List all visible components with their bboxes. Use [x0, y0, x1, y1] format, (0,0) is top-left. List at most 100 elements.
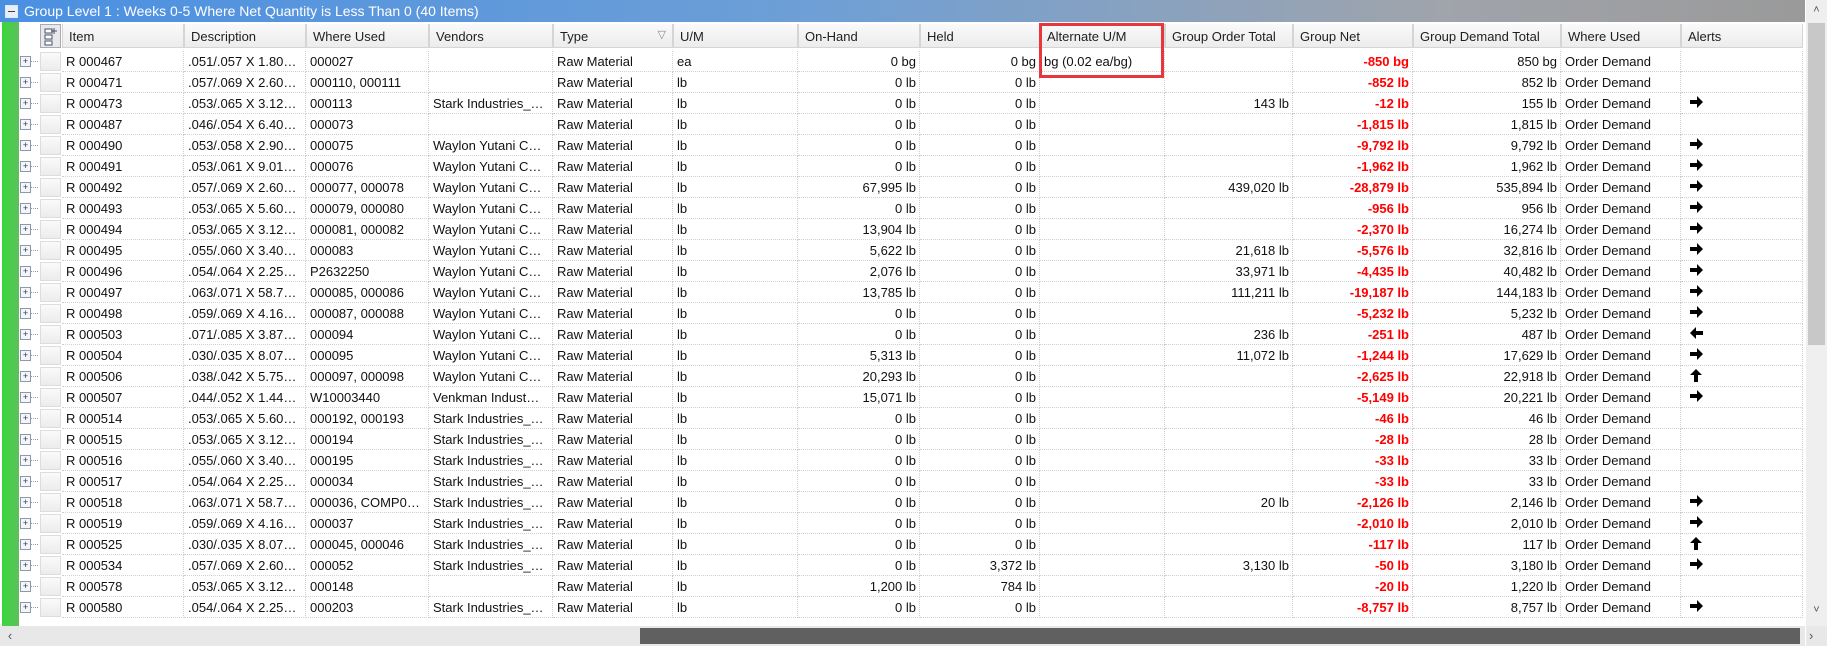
cell-where-used[interactable]: 000113 [306, 93, 429, 114]
cell-group-order-total[interactable]: 20 lb [1165, 492, 1293, 513]
cell-where-used-2[interactable]: Order Demand [1561, 366, 1681, 387]
table-row[interactable]: + R 000516.055/.060 X 3.40… 000195 Stark In… [0, 450, 1805, 471]
cell-held[interactable]: 0 lb [920, 219, 1040, 240]
cell-vendors[interactable]: Stark Industries_… [429, 471, 553, 492]
cell-item[interactable]: R 000517 [62, 471, 184, 492]
cell-group-order-total[interactable] [1165, 51, 1293, 72]
cell-where-used-2[interactable]: Order Demand [1561, 324, 1681, 345]
column-header-vendors[interactable]: Vendors [429, 24, 553, 48]
cell-group-demand-total[interactable]: 850 bg [1413, 51, 1561, 72]
expand-row-icon[interactable]: + [20, 224, 31, 235]
cell-alerts[interactable] [1681, 51, 1803, 72]
cell-on-hand[interactable]: 0 lb [798, 513, 920, 534]
cell-type[interactable]: Raw Material [553, 282, 673, 303]
cell-on-hand[interactable]: 0 lb [798, 555, 920, 576]
table-row[interactable]: + R 000497.063/.071 X 58.7… 000085, 000086… [0, 282, 1805, 303]
cell-description[interactable]: .053/.065 X 3.12… [184, 93, 306, 114]
cell-description[interactable]: .055/.060 X 3.40… [184, 240, 306, 261]
cell-alerts[interactable] [1681, 156, 1803, 177]
cell-held[interactable]: 0 lb [920, 303, 1040, 324]
cell-alternate-um[interactable] [1040, 429, 1165, 450]
cell-description[interactable]: .030/.035 X 8.07… [184, 345, 306, 366]
cell-group-order-total[interactable] [1165, 471, 1293, 492]
cell-where-used-2[interactable]: Order Demand [1561, 303, 1681, 324]
cell-um[interactable]: lb [673, 345, 798, 366]
row-selector[interactable] [40, 409, 61, 428]
cell-group-net[interactable]: -4,435 lb [1293, 261, 1413, 282]
cell-on-hand[interactable]: 0 lb [798, 303, 920, 324]
cell-description[interactable]: .053/.061 X 9.01… [184, 156, 306, 177]
cell-alternate-um[interactable] [1040, 597, 1165, 618]
horizontal-scroll-thumb[interactable] [640, 628, 1800, 644]
cell-group-demand-total[interactable]: 144,183 lb [1413, 282, 1561, 303]
cell-group-order-total[interactable]: 236 lb [1165, 324, 1293, 345]
cell-group-demand-total[interactable]: 1,220 lb [1413, 576, 1561, 597]
cell-um[interactable]: lb [673, 72, 798, 93]
cell-group-order-total[interactable]: 439,020 lb [1165, 177, 1293, 198]
alert-arrow-right-icon[interactable] [1689, 494, 1704, 509]
cell-type[interactable]: Raw Material [553, 219, 673, 240]
cell-description[interactable]: .063/.071 X 58.7… [184, 492, 306, 513]
cell-um[interactable]: lb [673, 282, 798, 303]
cell-alerts[interactable] [1681, 114, 1803, 135]
cell-where-used[interactable]: 000203 [306, 597, 429, 618]
cell-description[interactable]: .054/.064 X 2.25… [184, 597, 306, 618]
cell-group-demand-total[interactable]: 16,274 lb [1413, 219, 1561, 240]
cell-where-used[interactable]: 000148 [306, 576, 429, 597]
cell-type[interactable]: Raw Material [553, 135, 673, 156]
column-header-group-order-total[interactable]: Group Order Total [1165, 24, 1293, 48]
cell-group-demand-total[interactable]: 117 lb [1413, 534, 1561, 555]
vertical-scroll-thumb[interactable] [1808, 23, 1825, 345]
cell-where-used[interactable]: 000081, 000082 [306, 219, 429, 240]
cell-on-hand[interactable]: 0 lb [798, 156, 920, 177]
cell-vendors[interactable]: Stark Industries_… [429, 555, 553, 576]
cell-on-hand[interactable]: 0 lb [798, 492, 920, 513]
expand-row-icon[interactable]: + [20, 308, 31, 319]
cell-um[interactable]: lb [673, 492, 798, 513]
column-header-held[interactable]: Held [920, 24, 1040, 48]
cell-group-demand-total[interactable]: 28 lb [1413, 429, 1561, 450]
cell-alerts[interactable] [1681, 261, 1803, 282]
cell-group-net[interactable]: -850 bg [1293, 51, 1413, 72]
expand-row-icon[interactable]: + [20, 329, 31, 340]
cell-item[interactable]: R 000473 [62, 93, 184, 114]
cell-where-used[interactable]: 000079, 000080 [306, 198, 429, 219]
cell-group-demand-total[interactable]: 956 lb [1413, 198, 1561, 219]
cell-group-order-total[interactable] [1165, 597, 1293, 618]
cell-type[interactable]: Raw Material [553, 72, 673, 93]
table-row[interactable]: + R 000580.054/.064 X 2.25… 000203 Stark In… [0, 597, 1805, 618]
expand-row-icon[interactable]: + [20, 581, 31, 592]
cell-item[interactable]: R 000580 [62, 597, 184, 618]
cell-alternate-um[interactable] [1040, 450, 1165, 471]
cell-alternate-um[interactable] [1040, 156, 1165, 177]
cell-held[interactable]: 0 lb [920, 114, 1040, 135]
cell-description[interactable]: .053/.065 X 3.12… [184, 219, 306, 240]
cell-where-used-2[interactable]: Order Demand [1561, 576, 1681, 597]
cell-on-hand[interactable]: 1,200 lb [798, 576, 920, 597]
expand-row-icon[interactable]: + [20, 602, 31, 613]
cell-alerts[interactable] [1681, 429, 1803, 450]
cell-on-hand[interactable]: 13,904 lb [798, 219, 920, 240]
row-selector[interactable] [40, 304, 61, 323]
cell-item[interactable]: R 000578 [62, 576, 184, 597]
cell-where-used[interactable]: 000027 [306, 51, 429, 72]
expand-row-icon[interactable]: + [20, 350, 31, 361]
cell-um[interactable]: lb [673, 534, 798, 555]
cell-held[interactable]: 0 lb [920, 93, 1040, 114]
table-row[interactable]: + R 000493.053/.065 X 5.60… 000079, 000080… [0, 198, 1805, 219]
alert-arrow-right-icon[interactable] [1689, 95, 1704, 110]
cell-group-order-total[interactable] [1165, 366, 1293, 387]
cell-alternate-um[interactable] [1040, 114, 1165, 135]
cell-group-net[interactable]: -5,232 lb [1293, 303, 1413, 324]
table-row[interactable]: + R 000578.053/.065 X 3.12… 000148 Raw Mate… [0, 576, 1805, 597]
cell-group-demand-total[interactable]: 5,232 lb [1413, 303, 1561, 324]
cell-on-hand[interactable]: 5,313 lb [798, 345, 920, 366]
cell-held[interactable]: 3,372 lb [920, 555, 1040, 576]
cell-where-used[interactable]: 000194 [306, 429, 429, 450]
cell-item[interactable]: R 000467 [62, 51, 184, 72]
cell-held[interactable]: 784 lb [920, 576, 1040, 597]
cell-group-demand-total[interactable]: 22,918 lb [1413, 366, 1561, 387]
column-chooser-button[interactable] [40, 24, 61, 48]
cell-where-used-2[interactable]: Order Demand [1561, 72, 1681, 93]
table-row[interactable]: + R 000492.057/.069 X 2.60… 000077, 000078… [0, 177, 1805, 198]
